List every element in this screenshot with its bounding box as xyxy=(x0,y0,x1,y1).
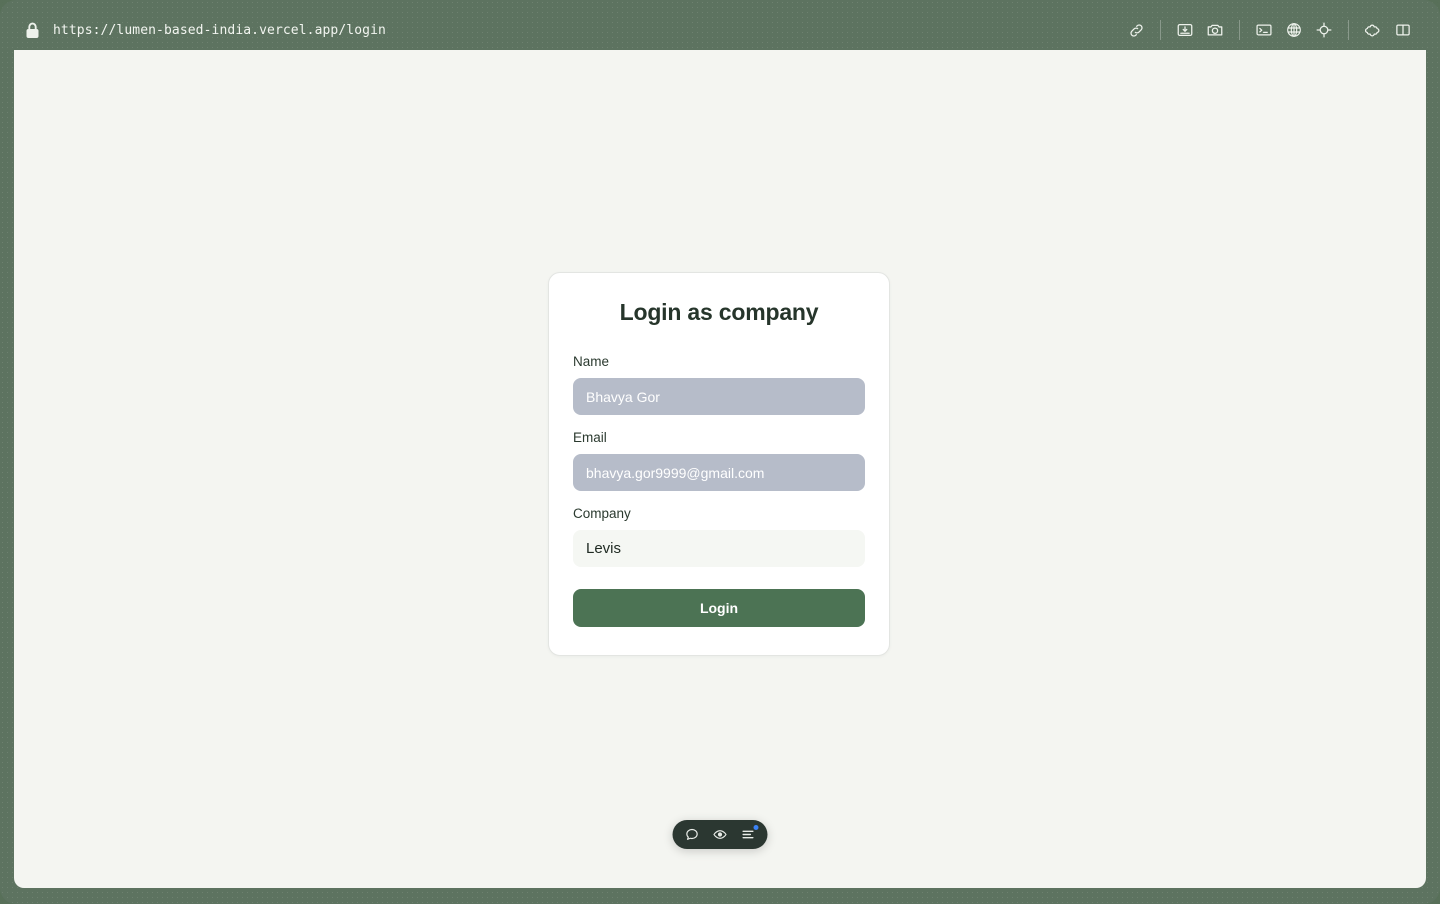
login-card: Login as company Name Email Company Logi… xyxy=(548,272,890,656)
extensions-icon[interactable] xyxy=(1358,15,1388,45)
list-lines-icon[interactable] xyxy=(738,824,759,845)
browser-action-icons xyxy=(1121,15,1434,45)
notification-badge xyxy=(753,825,759,830)
email-input[interactable] xyxy=(573,454,865,491)
email-label: Email xyxy=(573,430,607,445)
toolbar-divider xyxy=(1239,20,1240,40)
company-field-group: Company xyxy=(573,506,865,567)
toolbar-divider xyxy=(1348,20,1349,40)
login-button[interactable]: Login xyxy=(573,589,865,627)
split-panel-icon[interactable] xyxy=(1388,15,1418,45)
browser-toolbar: https://lumen-based-india.vercel.app/log… xyxy=(14,8,1434,52)
eye-icon[interactable] xyxy=(710,824,731,845)
address-bar[interactable]: https://lumen-based-india.vercel.app/log… xyxy=(14,22,1121,39)
terminal-icon[interactable] xyxy=(1249,15,1279,45)
crosshair-icon[interactable] xyxy=(1309,15,1339,45)
globe-icon[interactable] xyxy=(1279,15,1309,45)
page-viewport: Login as company Name Email Company Logi… xyxy=(14,50,1426,888)
floating-toolbar xyxy=(672,820,768,849)
image-download-icon[interactable] xyxy=(1170,15,1200,45)
link-icon[interactable] xyxy=(1121,15,1151,45)
chat-bubble-icon[interactable] xyxy=(682,824,703,845)
company-input[interactable] xyxy=(573,530,865,567)
url-text: https://lumen-based-india.vercel.app/log… xyxy=(53,22,386,38)
name-field-group: Name xyxy=(573,354,865,415)
page-title: Login as company xyxy=(619,299,819,325)
lock-icon xyxy=(25,22,40,39)
name-input[interactable] xyxy=(573,378,865,415)
browser-window: https://lumen-based-india.vercel.app/log… xyxy=(0,0,1440,904)
name-label: Name xyxy=(573,354,610,369)
toolbar-divider xyxy=(1160,20,1161,40)
camera-icon[interactable] xyxy=(1200,15,1230,45)
company-label: Company xyxy=(573,506,631,521)
email-field-group: Email xyxy=(573,430,865,491)
